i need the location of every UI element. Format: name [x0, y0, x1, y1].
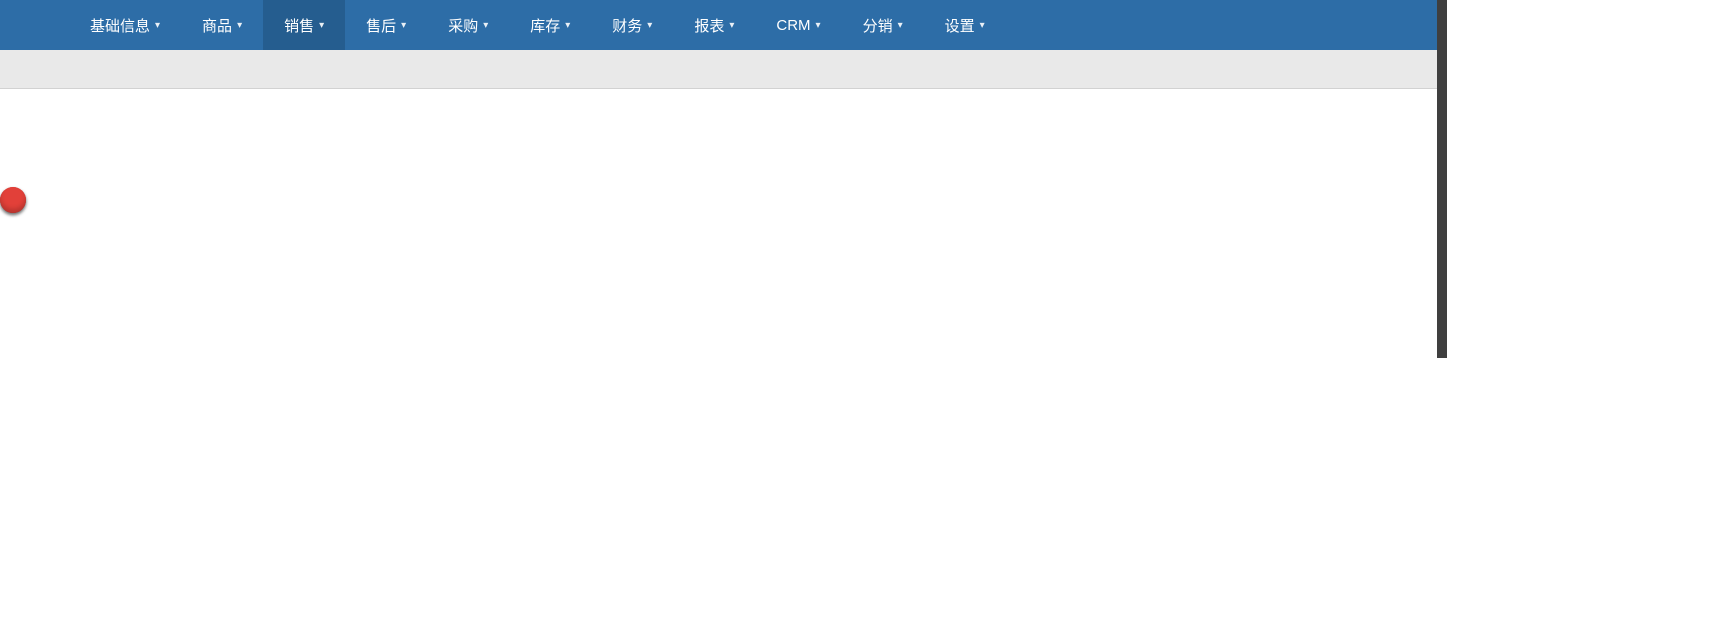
nav-item-label: 财务 [612, 17, 643, 35]
chevron-down-icon: ▾ [483, 19, 489, 31]
nav-item-settings[interactable]: 设置 ▾ [924, 0, 1006, 50]
nav-item-label: 售后 [366, 17, 397, 35]
annotation-step-2-badge [0, 187, 26, 213]
nav-item-purchase[interactable]: 采购 ▾ [427, 0, 509, 50]
nav-item-label: 分销 [862, 17, 893, 35]
nav-item-reports[interactable]: 报表 ▾ [673, 0, 755, 50]
nav-item-label: 设置 [944, 17, 975, 35]
nav-item-finance[interactable]: 财务 ▾ [591, 0, 673, 50]
chevron-down-icon: ▾ [401, 19, 407, 31]
nav-item-label: 商品 [202, 17, 233, 35]
chevron-down-icon: ▾ [319, 19, 325, 31]
tab-bar [0, 50, 1447, 89]
nav-item-label: 采购 [448, 17, 479, 35]
nav-item-label: 库存 [530, 17, 561, 35]
nav-item-sales[interactable]: 销售 ▾ [263, 0, 346, 50]
nav-item-label: 销售 [284, 17, 315, 35]
filter-panel [0, 89, 1447, 176]
chevron-down-icon: ▾ [237, 19, 243, 31]
nav-item-after-sales[interactable]: 售后 ▾ [345, 0, 427, 50]
main-menu: 基础信息 ▾ 商品 ▾ 销售 ▾ 售后 ▾ 采购 ▾ 库存 ▾ 财务 ▾ 报表 ▾ CRM ▾ 分销 ▾ 设置 ▾ [69, 0, 1006, 50]
nav-item-distribution[interactable]: 分销 ▾ [842, 0, 924, 50]
nav-item-inventory[interactable]: 库存 ▾ [509, 0, 591, 50]
nav-item-label: 报表 [694, 17, 725, 35]
filter-row-1 [8, 98, 1439, 127]
top-nav: 基础信息 ▾ 商品 ▾ 销售 ▾ 售后 ▾ 采购 ▾ 库存 ▾ 财务 ▾ 报表 ▾ CRM ▾ 分销 ▾ 设置 ▾ [0, 0, 1447, 50]
nav-item-crm[interactable]: CRM ▾ [755, 0, 841, 50]
chevron-down-icon: ▾ [979, 19, 985, 31]
nav-item-basic-info[interactable]: 基础信息 ▾ [69, 0, 181, 50]
chevron-down-icon: ▾ [729, 19, 735, 31]
nav-item-label: CRM [776, 16, 811, 34]
chevron-down-icon: ▾ [647, 19, 653, 31]
filter-row-2 [8, 136, 1439, 165]
toolbar [0, 176, 1447, 187]
main-content: 基础信息 ▾ 商品 ▾ 销售 ▾ 售后 ▾ 采购 ▾ 库存 ▾ 财务 ▾ 报表 ▾ CRM ▾ 分销 ▾ 设置 ▾ [0, 0, 1447, 187]
nav-item-goods[interactable]: 商品 ▾ [181, 0, 263, 50]
chevron-down-icon: ▾ [897, 19, 903, 31]
vertical-scrollbar[interactable] [1437, 0, 1447, 358]
nav-item-label: 基础信息 [90, 17, 151, 35]
chevron-down-icon: ▾ [155, 19, 161, 31]
order-review-page: 基础信息 ▾ 商品 ▾ 销售 ▾ 售后 ▾ 采购 ▾ 库存 ▾ 财务 ▾ 报表 ▾ CRM ▾ 分销 ▾ 设置 ▾ [0, 0, 1718, 624]
chevron-down-icon: ▾ [565, 19, 571, 31]
chevron-down-icon: ▾ [815, 19, 821, 31]
